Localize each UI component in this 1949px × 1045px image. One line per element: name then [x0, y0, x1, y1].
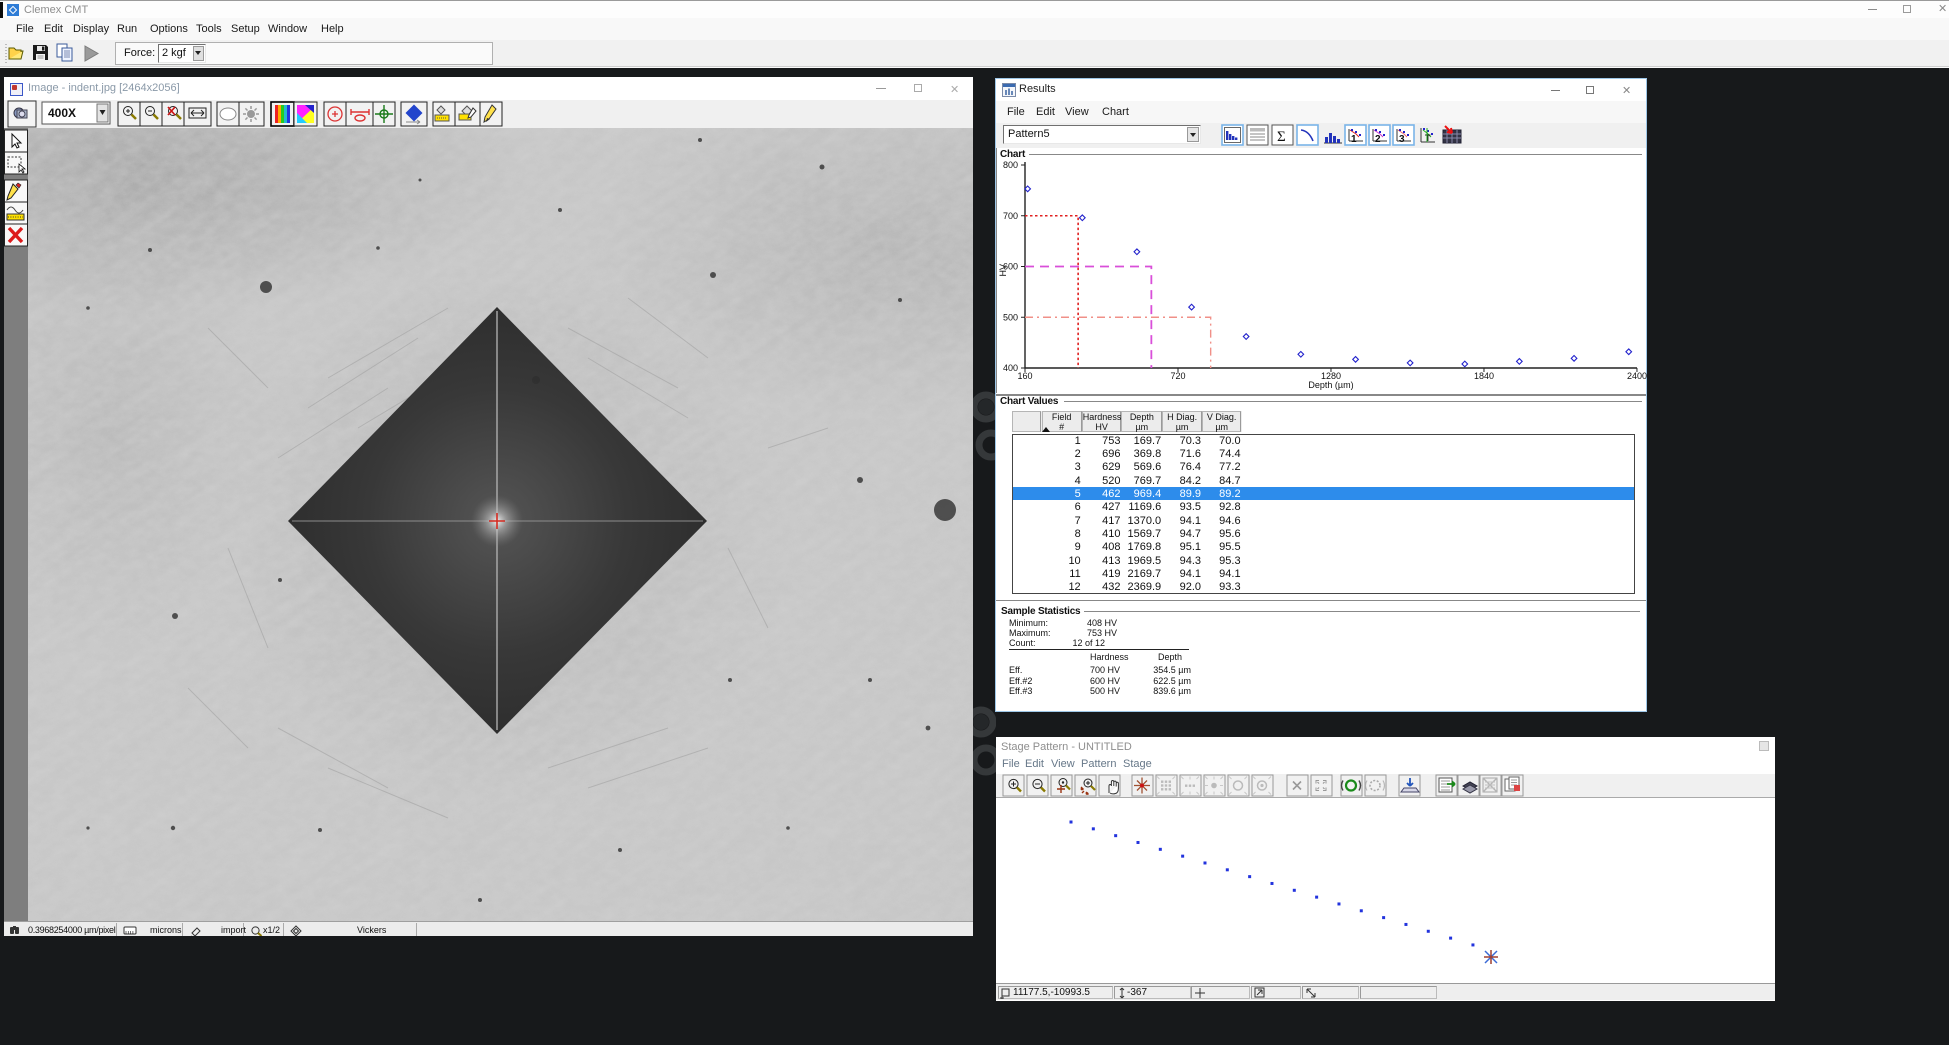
svg-text:400X: 400X [48, 106, 76, 120]
svg-text:160: 160 [1017, 371, 1032, 381]
svg-text:1840: 1840 [1474, 371, 1494, 381]
svg-text:3: 3 [1399, 134, 1405, 145]
svg-text:700: 700 [1003, 211, 1018, 221]
svg-text:Depth (µm): Depth (µm) [1308, 380, 1353, 390]
svg-text:2: 2 [1375, 134, 1381, 145]
svg-text:500: 500 [1003, 312, 1018, 322]
svg-text:400: 400 [1003, 363, 1018, 373]
svg-text:1: 1 [1351, 134, 1357, 145]
svg-text:T: T [1425, 133, 1431, 143]
svg-text:Σ: Σ [1277, 129, 1286, 145]
svg-text:800: 800 [1003, 160, 1018, 170]
svg-text:HV: HV [998, 264, 1008, 277]
svg-text:2400: 2400 [1627, 371, 1647, 381]
svg-text:720: 720 [1170, 371, 1185, 381]
